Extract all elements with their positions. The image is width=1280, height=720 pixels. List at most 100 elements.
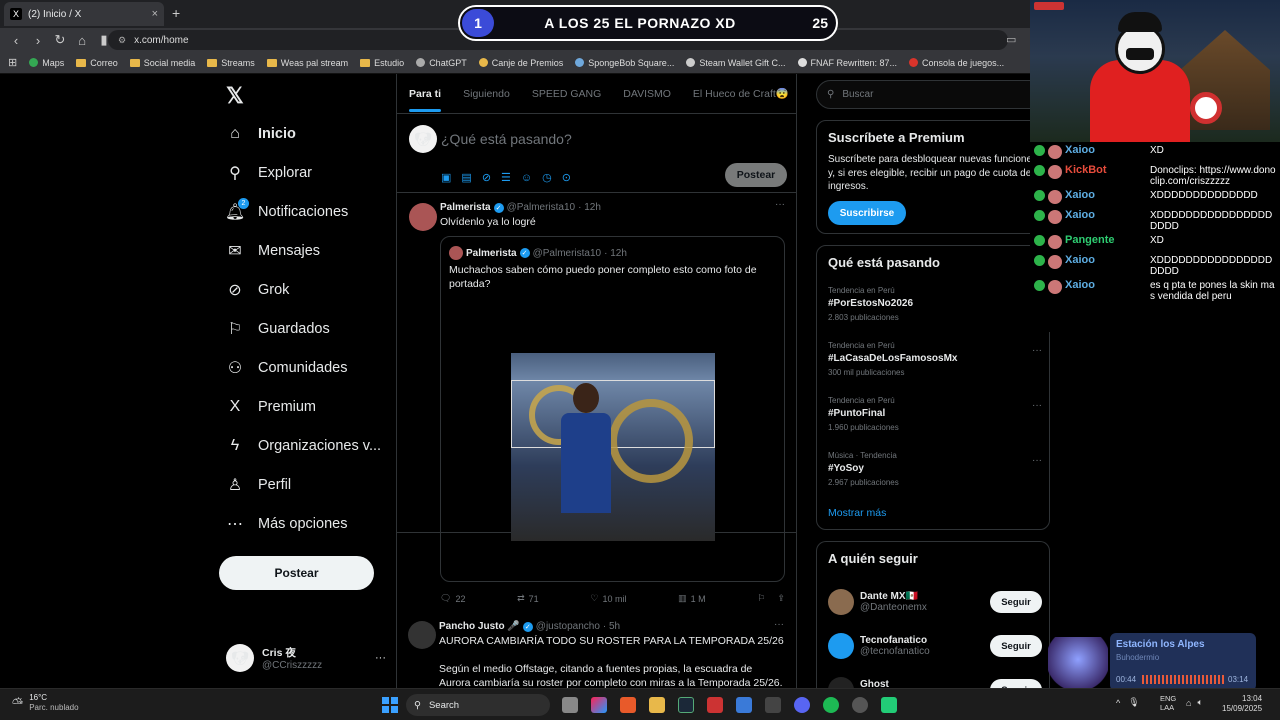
brave-icon[interactable] <box>620 697 636 713</box>
discord-icon[interactable] <box>794 697 810 713</box>
tweet[interactable]: Pancho Justo 🎤 ✓ @justopancho · 5h ··· A… <box>396 613 796 693</box>
reply-button[interactable]: 🗨︎ 22 <box>440 593 465 604</box>
chat-username[interactable]: Pangente <box>1065 235 1115 246</box>
tab-item[interactable]: SPEED GANG <box>532 88 601 100</box>
photos-icon[interactable] <box>736 697 752 713</box>
browser-tab[interactable]: X (2) Inicio / X × <box>4 2 164 26</box>
follow-button[interactable]: Seguir <box>990 591 1042 613</box>
tweet[interactable]: Palmerista ✓ @Palmerista10 · 12h ··· Olv… <box>397 193 796 604</box>
new-tab-button[interactable]: + <box>172 5 180 21</box>
tweet-more-icon[interactable]: ··· <box>775 199 785 210</box>
task-view-icon[interactable] <box>562 697 578 713</box>
tweet-avatar[interactable] <box>409 203 437 231</box>
nav-item-more[interactable]: ⋯ Más opciones <box>218 504 388 543</box>
spotify-icon[interactable] <box>823 697 839 713</box>
chat-username[interactable]: Xaioo <box>1065 210 1095 221</box>
follow-button[interactable]: Seguir <box>990 635 1042 657</box>
tweet-author[interactable]: Palmerista <box>440 202 491 213</box>
tweet-handle[interactable]: @justopancho <box>536 621 600 632</box>
subscribe-button[interactable]: Suscribirse <box>828 201 906 225</box>
trend-item[interactable]: Tendencia en Perú #LaCasaDeLosFamososMx 30… <box>828 341 1042 396</box>
forward-icon[interactable]: › <box>28 33 48 48</box>
bookmark-item[interactable]: SpongeBob Square... <box>575 58 674 68</box>
language-indicator[interactable]: ENG LAA <box>1160 694 1176 712</box>
bookmark-item[interactable]: Social media <box>129 58 195 68</box>
bookmark-item[interactable]: ChatGPT <box>416 58 467 68</box>
bookmark-item[interactable]: Correo <box>76 58 118 68</box>
mic-icon[interactable]: 🎙︎ <box>1128 697 1139 708</box>
nav-item-communities[interactable]: ⚇ Comunidades <box>218 348 388 387</box>
location-icon[interactable]: ⊙ <box>562 171 571 184</box>
nav-item-home[interactable]: ⌂ Inicio <box>218 114 388 153</box>
trend-more-icon[interactable]: ··· <box>1032 455 1042 466</box>
post-button[interactable]: Postear <box>219 556 374 590</box>
tweet-time[interactable]: · 12h <box>578 202 601 213</box>
nav-item-profile[interactable]: ♙ Perfil <box>218 465 388 504</box>
tweet-image[interactable] <box>511 353 715 541</box>
home-icon[interactable]: ⌂ <box>72 33 92 48</box>
like-button[interactable]: ♡ 10 mil <box>590 593 626 604</box>
obs-icon[interactable] <box>852 697 868 713</box>
bookmark-item[interactable]: Maps <box>29 58 64 68</box>
composer-post-button[interactable]: Postear <box>725 163 787 187</box>
nav-item-organizations[interactable]: ϟ Organizaciones v... <box>218 426 388 465</box>
nav-item-bookmarks[interactable]: ⚐ Guardados <box>218 309 388 348</box>
weather-widget[interactable]: ⛅︎ 16°C Parc. nublado <box>12 693 79 713</box>
gif-icon[interactable]: ▤ <box>461 171 471 184</box>
nav-item-grok[interactable]: ⊘ Grok <box>218 270 388 309</box>
windows-start-icon[interactable] <box>382 697 398 713</box>
composer-input[interactable]: ¿Qué está pasando? <box>441 131 572 147</box>
tweet-time[interactable]: · 5h <box>603 621 620 632</box>
bookmark-item[interactable]: Steam Wallet Gift C... <box>686 58 786 68</box>
trend-item[interactable]: Tendencia en Perú #PuntoFinal 1.960 public… <box>828 396 1042 451</box>
tab-close-icon[interactable]: × <box>152 8 158 20</box>
bookmark-item[interactable]: FNAF Rewritten: 87... <box>797 58 897 68</box>
valorant-icon[interactable] <box>707 697 723 713</box>
bookmark-tweet-icon[interactable]: ⚐ <box>757 593 765 604</box>
volume-icon[interactable]: 🔈︎ <box>1197 697 1202 708</box>
tweet-handle[interactable]: @Palmerista10 <box>507 202 576 213</box>
bookmark-item[interactable]: Estudio <box>360 58 404 68</box>
cast-icon[interactable]: ▭ <box>1006 33 1016 46</box>
steam-icon[interactable] <box>678 697 694 713</box>
nav-item-messages[interactable]: ✉ Mensajes <box>218 231 388 270</box>
bookmark-item[interactable]: Canje de Premios <box>478 58 563 68</box>
tab-item[interactable]: Siguiendo <box>463 88 510 100</box>
show-more-link[interactable]: Mostrar más <box>828 507 886 519</box>
file-explorer-icon[interactable] <box>649 697 665 713</box>
nav-item-premium[interactable]: X Premium <box>218 387 388 426</box>
tab-item[interactable]: El Hueco de Craft😨 <box>693 87 789 100</box>
chat-username[interactable]: Xaioo <box>1065 280 1095 291</box>
tweet-avatar[interactable] <box>408 621 436 649</box>
chat-username[interactable]: KickBot <box>1065 165 1107 176</box>
grok-icon[interactable]: ⊘ <box>482 171 491 184</box>
media-icon[interactable]: ▣ <box>441 171 451 184</box>
nav-item-explore[interactable]: ⚲ Explorar <box>218 153 388 192</box>
quoted-tweet[interactable]: Palmerista ✓ @Palmerista10 · 12h Muchach… <box>440 236 785 582</box>
apps-grid-icon[interactable]: ⊞ <box>8 56 17 69</box>
trend-more-icon[interactable]: ··· <box>1032 345 1042 356</box>
account-switcher[interactable]: 🐶︎ Cris 夜 @CCriszzzzz ··· <box>226 643 386 673</box>
trend-item[interactable]: Tendencia en Perú #PorEstosNo2026 2.803 pu… <box>828 286 1042 341</box>
follow-suggestion[interactable]: Dante MX🇲🇽 @Danteonemx Seguir <box>828 580 1042 624</box>
views-button[interactable]: ▥ 1 M <box>678 593 706 604</box>
emoji-icon[interactable]: ☺ <box>521 172 532 184</box>
clock[interactable]: 13:04 15/09/2025 <box>1222 694 1262 714</box>
trend-item[interactable]: Música · Tendencia #YoSoy 2.967 publicacio… <box>828 451 1042 506</box>
chat-username[interactable]: Xaioo <box>1065 190 1095 201</box>
reload-icon[interactable]: ↻ <box>50 32 70 48</box>
copilot-icon[interactable] <box>591 697 607 713</box>
search-input[interactable]: ⚲ Buscar <box>816 80 1050 109</box>
taskbar-search[interactable]: ⚲ Search <box>406 694 550 716</box>
tweet-more-icon[interactable]: ··· <box>774 619 784 630</box>
tray-overflow-icon[interactable]: ^ <box>1116 698 1120 708</box>
schedule-icon[interactable]: ◷ <box>542 171 552 184</box>
tab-item[interactable]: Para ti <box>409 88 442 112</box>
bookmark-item[interactable]: Consola de juegos... <box>909 58 1004 68</box>
tab-item[interactable]: DAVISMO <box>623 88 671 100</box>
site-info-icon[interactable]: ⚙ <box>118 35 126 46</box>
poll-icon[interactable]: ☰ <box>501 171 511 184</box>
app-icon[interactable] <box>881 697 897 713</box>
back-icon[interactable]: ‹ <box>6 33 26 48</box>
bookmark-item[interactable]: Streams <box>207 58 255 68</box>
